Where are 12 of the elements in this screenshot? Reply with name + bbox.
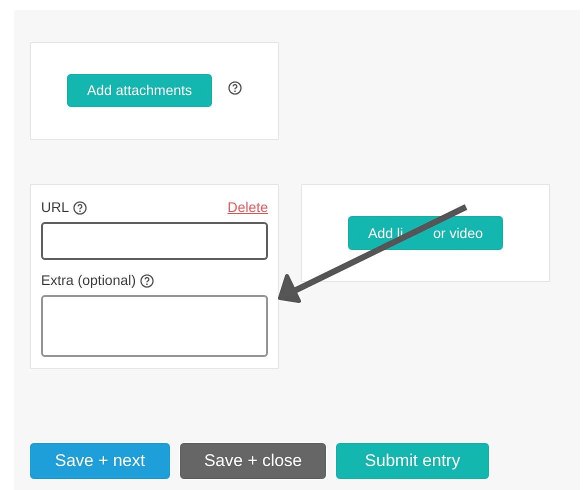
extra-label: Extra (optional)	[41, 271, 136, 290]
url-input[interactable]	[41, 222, 268, 260]
add-attachments-button[interactable]: Add attachments	[66, 74, 212, 106]
action-button[interactable]: Submit entry	[336, 443, 489, 479]
help-icon[interactable]	[73, 200, 88, 214]
extra-textarea[interactable]	[41, 295, 268, 357]
delete-link[interactable]: Delete	[228, 197, 268, 218]
help-icon[interactable]	[140, 274, 154, 288]
help-icon[interactable]	[228, 81, 242, 95]
action-button[interactable]: Save + close	[180, 443, 326, 479]
url-label: URL	[41, 198, 70, 217]
action-button[interactable]: Save + next	[30, 443, 170, 479]
